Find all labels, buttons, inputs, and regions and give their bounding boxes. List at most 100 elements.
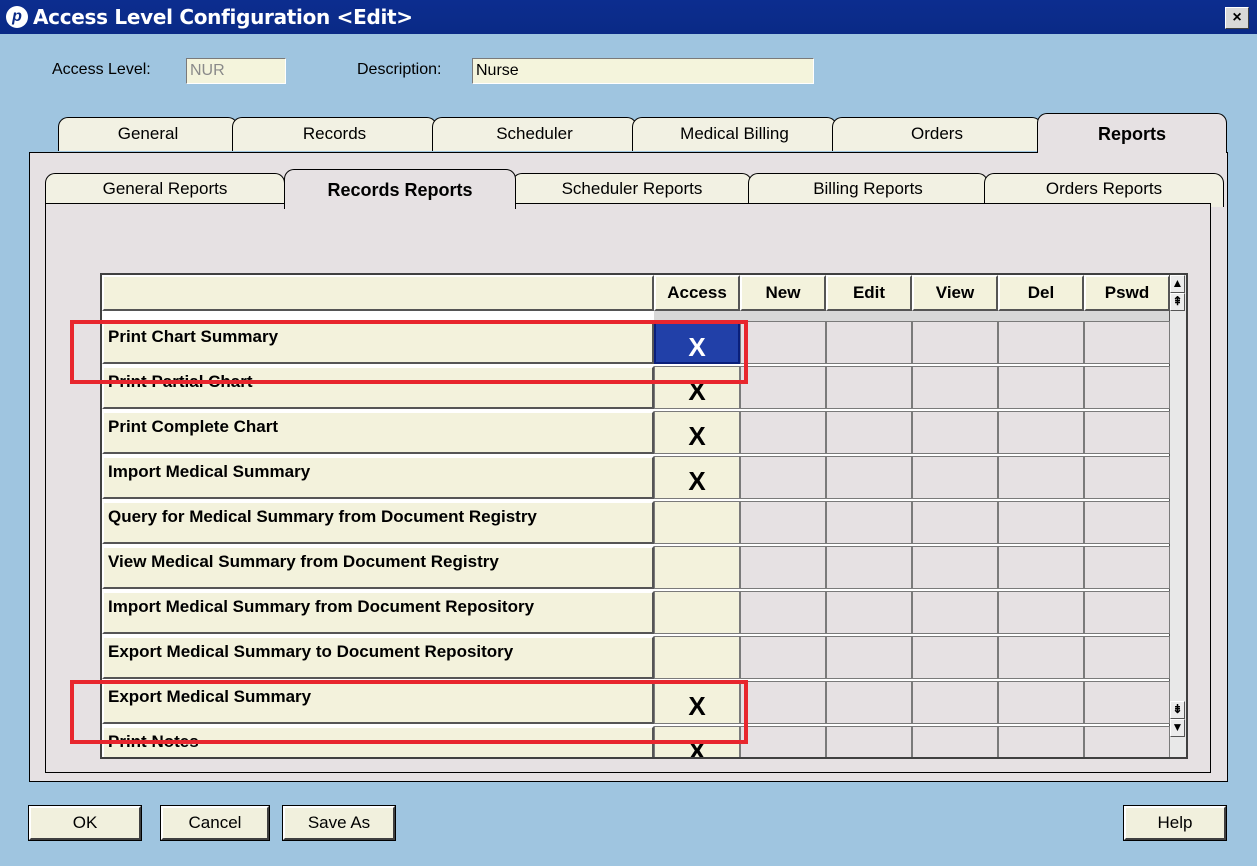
scroll-bottom-icon[interactable]: ▼ xyxy=(1170,719,1185,737)
cell-del[interactable] xyxy=(998,726,1084,757)
cell-del[interactable] xyxy=(998,636,1084,679)
cell-access[interactable]: X xyxy=(654,726,740,757)
cell-access[interactable] xyxy=(654,636,740,679)
tab-records[interactable]: Records xyxy=(232,117,437,151)
cell-view[interactable] xyxy=(912,681,998,724)
column-header-access: Access xyxy=(654,275,740,311)
cell-edit[interactable] xyxy=(826,546,912,589)
cell-new[interactable] xyxy=(740,591,826,634)
cell-new[interactable] xyxy=(740,681,826,724)
cell-view[interactable] xyxy=(912,501,998,544)
tab-general-reports[interactable]: General Reports xyxy=(45,173,285,207)
cell-new[interactable] xyxy=(740,456,826,499)
cell-view[interactable] xyxy=(912,366,998,409)
cell-new[interactable] xyxy=(740,546,826,589)
cell-edit[interactable] xyxy=(826,636,912,679)
cell-access[interactable]: X xyxy=(654,411,740,454)
cell-edit[interactable] xyxy=(826,321,912,364)
save-as-button[interactable]: Save As xyxy=(282,805,396,841)
tab-records-reports[interactable]: Records Reports xyxy=(284,169,516,209)
cell-del[interactable] xyxy=(998,681,1084,724)
cell-new[interactable] xyxy=(740,636,826,679)
cell-new[interactable] xyxy=(740,321,826,364)
cell-edit[interactable] xyxy=(826,726,912,757)
cell-view[interactable] xyxy=(912,636,998,679)
cell-del[interactable] xyxy=(998,366,1084,409)
access-level-label: Access Level: xyxy=(52,61,151,78)
column-header-view: View xyxy=(912,275,998,311)
tab-orders-reports[interactable]: Orders Reports xyxy=(984,173,1224,207)
tab-billing-reports[interactable]: Billing Reports xyxy=(748,173,988,207)
cell-access[interactable]: X xyxy=(654,456,740,499)
vertical-scrollbar[interactable]: ▲ ⇞ ⇟ ▼ xyxy=(1169,275,1186,757)
cell-pswd[interactable] xyxy=(1084,366,1170,409)
description-field[interactable]: Nurse xyxy=(472,58,814,84)
help-button[interactable]: Help xyxy=(1123,805,1227,841)
cell-pswd[interactable] xyxy=(1084,726,1170,757)
cell-edit[interactable] xyxy=(826,411,912,454)
cell-new[interactable] xyxy=(740,366,826,409)
close-icon[interactable]: × xyxy=(1225,7,1249,29)
cell-pswd[interactable] xyxy=(1084,546,1170,589)
cell-view[interactable] xyxy=(912,726,998,757)
row-label: Import Medical Summary from Document Rep… xyxy=(102,591,654,634)
scroll-top-icon[interactable]: ▲ xyxy=(1170,275,1185,293)
cell-new[interactable] xyxy=(740,501,826,544)
cell-access[interactable]: X xyxy=(654,681,740,724)
cell-access[interactable] xyxy=(654,501,740,544)
row-label: Print Chart Summary xyxy=(102,321,654,364)
cell-view[interactable] xyxy=(912,591,998,634)
reports-panel: General Reports Records Reports Schedule… xyxy=(29,152,1228,782)
cell-access[interactable]: X xyxy=(654,366,740,409)
window-title: Access Level Configuration <Edit> xyxy=(33,5,413,29)
scroll-page-down-icon[interactable]: ⇟ xyxy=(1170,701,1185,719)
cell-pswd[interactable] xyxy=(1084,321,1170,364)
cell-del[interactable] xyxy=(998,501,1084,544)
access-level-field[interactable]: NUR xyxy=(186,58,286,84)
cell-del[interactable] xyxy=(998,321,1084,364)
cell-view[interactable] xyxy=(912,456,998,499)
row-label: Print Partial Chart xyxy=(102,366,654,409)
cell-access[interactable]: X xyxy=(654,321,740,364)
cell-edit[interactable] xyxy=(826,366,912,409)
cancel-button[interactable]: Cancel xyxy=(160,805,270,841)
row-label: Import Medical Summary xyxy=(102,456,654,499)
cell-access[interactable] xyxy=(654,546,740,589)
scroll-page-up-icon[interactable]: ⇞ xyxy=(1170,293,1185,311)
tab-reports[interactable]: Reports xyxy=(1037,113,1227,153)
cell-view[interactable] xyxy=(912,321,998,364)
cell-new[interactable] xyxy=(740,726,826,757)
cell-new[interactable] xyxy=(740,411,826,454)
tab-orders[interactable]: Orders xyxy=(832,117,1042,151)
cell-del[interactable] xyxy=(998,456,1084,499)
cell-edit[interactable] xyxy=(826,456,912,499)
cell-access[interactable] xyxy=(654,591,740,634)
cell-pswd[interactable] xyxy=(1084,456,1170,499)
description-label: Description: xyxy=(357,61,442,78)
cell-edit[interactable] xyxy=(826,681,912,724)
tab-scheduler[interactable]: Scheduler xyxy=(432,117,637,151)
cell-edit[interactable] xyxy=(826,591,912,634)
row-label: Print Notes xyxy=(102,726,654,757)
cell-del[interactable] xyxy=(998,591,1084,634)
ok-button[interactable]: OK xyxy=(28,805,142,841)
cell-pswd[interactable] xyxy=(1084,681,1170,724)
column-header-new: New xyxy=(740,275,826,311)
records-reports-panel: Access New Edit View Del Pswd ▲ ⇞ ⇟ ▼ Pr… xyxy=(45,203,1211,773)
tab-scheduler-reports[interactable]: Scheduler Reports xyxy=(512,173,752,207)
row-label: Query for Medical Summary from Document … xyxy=(102,501,654,544)
cell-del[interactable] xyxy=(998,411,1084,454)
tab-medical-billing[interactable]: Medical Billing xyxy=(632,117,837,151)
row-label: Export Medical Summary to Document Repos… xyxy=(102,636,654,679)
app-logo-icon: p xyxy=(6,6,28,28)
tab-general[interactable]: General xyxy=(58,117,238,151)
cell-pswd[interactable] xyxy=(1084,591,1170,634)
cell-pswd[interactable] xyxy=(1084,636,1170,679)
cell-view[interactable] xyxy=(912,546,998,589)
cell-edit[interactable] xyxy=(826,501,912,544)
cell-pswd[interactable] xyxy=(1084,411,1170,454)
cell-pswd[interactable] xyxy=(1084,501,1170,544)
row-label: Export Medical Summary xyxy=(102,681,654,724)
cell-del[interactable] xyxy=(998,546,1084,589)
cell-view[interactable] xyxy=(912,411,998,454)
